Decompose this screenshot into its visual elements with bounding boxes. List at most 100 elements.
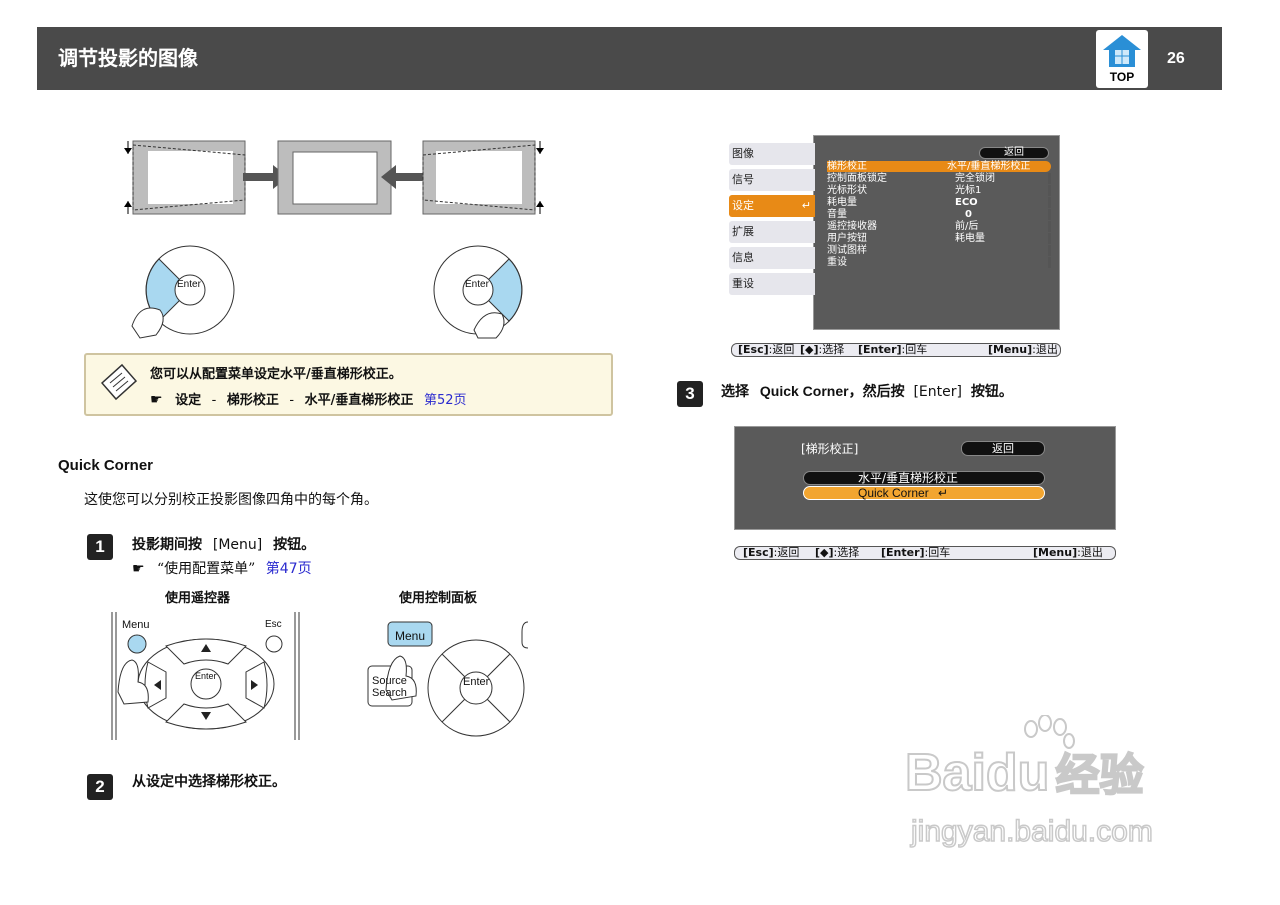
keystone-status-bar: [Esc]:返回 [◆]:选择 [Enter]:回车 [Menu]:退出 <box>734 546 1116 560</box>
quick-corner-heading: Quick Corner <box>58 457 154 474</box>
panel-menu-label: Menu <box>395 629 426 643</box>
menu-key: [Menu] <box>1033 546 1078 559</box>
menu-rows: 梯形校正 水平/垂直梯形校正 控制面板锁定 完全锁闭 光标形状 光标1 耗电量 ECO … <box>827 161 1051 281</box>
select-action: :选择 <box>833 546 860 559</box>
menu-action: :退出 <box>1077 546 1103 559</box>
enter-action: :回车 <box>901 343 928 356</box>
tab-signal[interactable]: 信号 <box>729 169 815 191</box>
back-button[interactable]: 返回 <box>979 147 1049 159</box>
esc-key: [Esc] <box>738 343 769 356</box>
option-label: 水平/垂直梯形校正 <box>858 471 959 485</box>
menu-row-cursor-shape[interactable]: 光标形状 光标1 <box>827 185 1051 196</box>
row-value: 水平/垂直梯形校正 <box>947 161 1031 172</box>
menu-row-panel-lock[interactable]: 控制面板锁定 完全锁闭 <box>827 173 1051 184</box>
center-screen <box>277 140 392 215</box>
watermark-brand-du: du <box>985 743 1051 803</box>
step3-text-mid: ，然后按 <box>848 384 905 400</box>
enter-action: :回车 <box>924 546 951 559</box>
reference-page-link[interactable]: 第47页 <box>266 561 312 577</box>
baidu-watermark: Baidu 经验 jingyan.baidu.com <box>904 715 1205 855</box>
top-button[interactable]: TOP <box>1096 30 1148 88</box>
memo-icon <box>100 363 138 401</box>
tab-info[interactable]: 信息 <box>729 247 815 269</box>
right-trapezoid-screen <box>422 140 544 215</box>
home-icon <box>1103 35 1141 67</box>
remote-esc-label: Esc <box>265 619 282 630</box>
menu-key: [Menu] <box>988 343 1033 356</box>
page-title: 调节投影的图像 <box>58 46 198 70</box>
menu-row-user-button[interactable]: 用户按钮 耗电量 <box>827 233 1051 244</box>
option-quick-corner[interactable]: Quick Corner ↵ <box>803 486 1045 500</box>
remote-menu-label: Menu <box>122 619 150 631</box>
path-item: 设定 <box>175 393 202 408</box>
row-value: 耗电量 <box>955 233 985 244</box>
menu-row-remote-receiver[interactable]: 遥控接收器 前/后 <box>827 221 1051 232</box>
enter-key-label: [Enter] <box>913 384 962 400</box>
step1-text-after: 按钮。 <box>273 537 316 553</box>
menu-status-bar: [Esc]:返回 [◆]:选择 [Enter]:回车 [Menu]:退出 <box>731 343 1061 357</box>
keystone-screen-title: [梯形校正] <box>801 442 859 456</box>
left-trapezoid-screen <box>124 140 246 215</box>
remote-enter-label: Enter <box>195 671 217 681</box>
row-label: 耗电量 <box>827 197 857 208</box>
tab-extended[interactable]: 扩展 <box>729 221 815 243</box>
row-label: 梯形校正 <box>827 161 867 172</box>
keystone-illustration <box>124 140 544 339</box>
keystone-menu-screen: [梯形校正] 返回 水平/垂直梯形校正 Quick Corner ↵ <box>734 426 1116 530</box>
menu-key-label: [Menu] <box>212 537 263 553</box>
step-number: 3 <box>677 381 703 407</box>
row-label: 光标形状 <box>827 185 867 196</box>
reference-text: “使用配置菜单” <box>157 561 256 577</box>
tab-reset[interactable]: 重设 <box>729 273 815 295</box>
note-text: 您可以从配置菜单设定水平/垂直梯形校正。 <box>150 367 402 382</box>
row-value: 完全锁闭 <box>955 173 995 184</box>
path-separator: - <box>289 393 295 408</box>
watermark-url: jingyan.baidu.com <box>910 814 1153 849</box>
menu-row-power[interactable]: 耗电量 ECO <box>827 197 1051 208</box>
step3-item: Quick Corner <box>759 383 849 399</box>
menu-row-reset[interactable]: 重设 <box>827 257 1051 268</box>
step-number: 2 <box>87 774 113 800</box>
row-label: 测试图样 <box>827 245 867 256</box>
enter-key: [Enter] <box>858 343 902 356</box>
step1-reference: ☛ “使用配置菜单” 第47页 <box>132 558 312 578</box>
tab-image[interactable]: 图像 <box>729 143 815 165</box>
enter-label-right: Enter <box>465 279 489 290</box>
note-box: 您可以从配置菜单设定水平/垂直梯形校正。 ☛ 设定 - 梯形校正 - 水平/垂直… <box>84 353 613 416</box>
step3-text: 选择 Quick Corner，然后按 [Enter] 按钮。 <box>721 381 1013 401</box>
row-label: 控制面板锁定 <box>827 173 887 184</box>
pointing-hand-icon: ☛ <box>150 392 163 408</box>
quick-corner-description: 这使您可以分别校正投影图像四角中的每个角。 <box>84 492 378 508</box>
step-number: 1 <box>87 534 113 560</box>
row-label: 遥控接收器 <box>827 221 877 232</box>
note-path: ☛ 设定 - 梯形校正 - 水平/垂直梯形校正 第52页 <box>150 389 466 408</box>
option-hv-keystone[interactable]: 水平/垂直梯形校正 <box>803 471 1045 485</box>
pointing-hand-icon: ☛ <box>132 561 145 577</box>
step3-text-before: 选择 <box>721 384 749 400</box>
back-button[interactable]: 返回 <box>961 441 1045 456</box>
enter-label-left: Enter <box>177 279 201 290</box>
step1-text-before: 投影期间按 <box>132 537 202 553</box>
row-label: 音量 <box>827 209 847 220</box>
esc-action: :返回 <box>768 343 795 356</box>
row-value: 光标1 <box>955 185 982 196</box>
menu-row-test-pattern[interactable]: 测试图样 <box>827 245 1051 256</box>
watermark-cn: 经验 <box>1054 750 1144 801</box>
row-label: 用户按钮 <box>827 233 867 244</box>
menu-row-volume[interactable]: 音量 0 <box>827 209 1051 220</box>
tab-settings[interactable]: 设定 ↵ <box>729 195 815 217</box>
tab-settings-label: 设定 <box>732 199 754 212</box>
esc-action: :返回 <box>773 546 800 559</box>
enter-key: [Enter] <box>881 546 925 559</box>
row-value: 0 <box>965 209 972 220</box>
menu-row-keystone[interactable]: 梯形校正 水平/垂直梯形校正 <box>827 161 1051 172</box>
right-control-wheel <box>433 245 523 339</box>
menu-action: :退出 <box>1032 343 1058 356</box>
enter-icon: ↵ <box>938 486 949 500</box>
note-page-link[interactable]: 第52页 <box>424 393 467 408</box>
row-label: 重设 <box>827 257 847 268</box>
path-separator: - <box>211 393 217 408</box>
esc-key: [Esc] <box>743 546 774 559</box>
enter-icon: ↵ <box>801 199 811 212</box>
config-menu-screen: 图像 信号 设定 ↵ 扩展 信息 重设 返回 梯形校正 水平/垂直梯形校正 控制面… <box>729 135 1061 330</box>
